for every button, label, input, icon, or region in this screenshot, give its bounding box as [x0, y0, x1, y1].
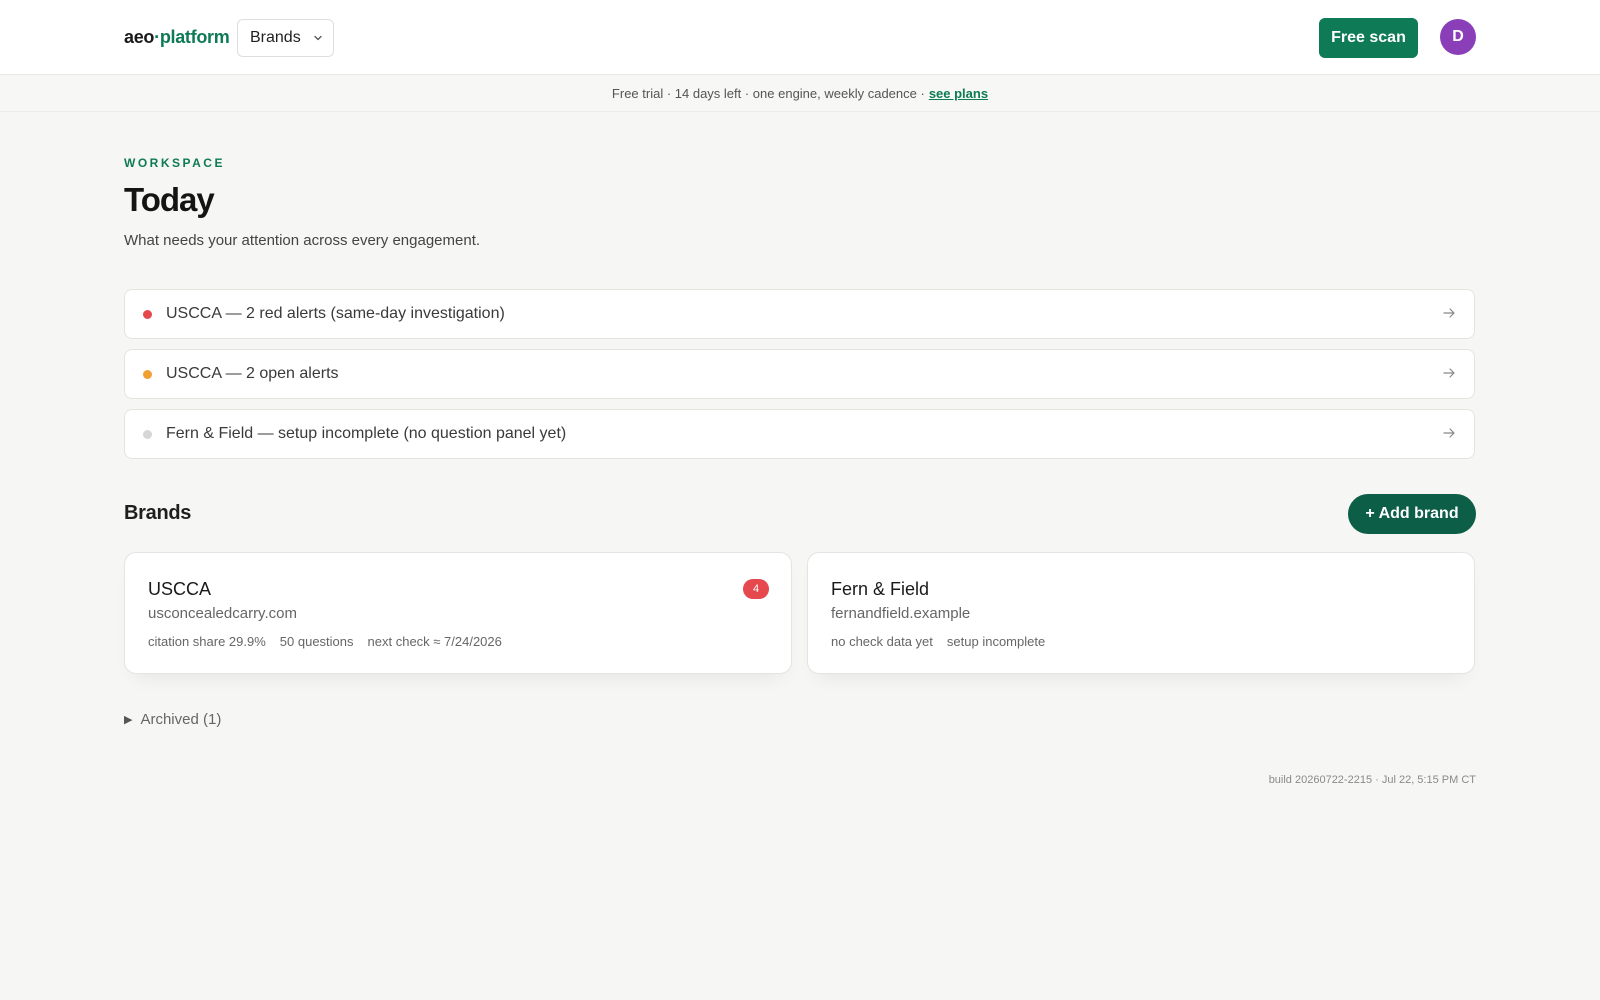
page-subtitle: What needs your attention across every e…: [124, 232, 481, 249]
archived-toggle[interactable]: ▶ Archived (1): [124, 711, 221, 728]
app-logo[interactable]: aeo·platform: [124, 27, 230, 48]
alert-row[interactable]: USCCA — 2 red alerts (same-day investiga…: [124, 289, 1475, 339]
page-title: Today: [124, 181, 215, 218]
brand-card-fern-and-field[interactable]: Fern & Field fernandfield.example no che…: [807, 552, 1475, 674]
chevron-down-icon: [314, 35, 322, 41]
arrow-right-icon: [1443, 428, 1455, 438]
alert-count-badge: 4: [743, 579, 769, 599]
brand-name: Fern & Field: [831, 579, 930, 599]
alert-row[interactable]: Fern & Field — setup incomplete (no ques…: [124, 409, 1475, 459]
build-info: build 20260722-2215 · Jul 22, 5:15 PM CT: [1268, 774, 1476, 786]
brands-dropdown-label: Brands: [250, 29, 301, 46]
top-header: aeo·platform Brands Free scan D: [0, 0, 1600, 75]
status-dot-gray: [143, 429, 152, 439]
arrow-right-icon: [1443, 368, 1455, 378]
alert-text: USCCA — 2 open alerts: [166, 365, 339, 382]
citation-share: citation share 29.9%: [148, 634, 266, 649]
brand-meta: citation share 29.9% 50 questions next c…: [148, 634, 502, 649]
trial-banner-text: Free trial · 14 days left · one engine, …: [611, 86, 925, 101]
free-scan-button[interactable]: Free scan: [1319, 18, 1418, 58]
alert-text: Fern & Field — setup incomplete (no ques…: [166, 425, 567, 442]
brand-card-uscca[interactable]: USCCA usconcealedcarry.com 4 citation sh…: [124, 552, 792, 674]
brand-domain: fernandfield.example: [831, 605, 971, 622]
next-check: next check ≈ 7/24/2026: [367, 634, 502, 649]
brands-section-title: Brands: [124, 502, 192, 524]
brands-dropdown[interactable]: Brands: [237, 19, 334, 57]
logo-text-left: aeo: [124, 27, 155, 47]
section-eyebrow: WORKSPACE: [124, 156, 225, 170]
setup-status: setup incomplete: [946, 634, 1046, 649]
user-avatar[interactable]: D: [1440, 19, 1476, 55]
add-brand-button[interactable]: + Add brand: [1348, 494, 1476, 534]
triangle-right-icon: ▶: [124, 714, 133, 726]
status-dot-orange: [143, 369, 152, 379]
see-plans-link[interactable]: see plans: [929, 86, 988, 101]
status-dot-red: [143, 309, 152, 319]
brand-meta: no check data yet setup incomplete: [831, 634, 1045, 649]
archived-label: Archived (1): [140, 711, 222, 728]
alert-row[interactable]: USCCA — 2 open alerts: [124, 349, 1475, 399]
arrow-right-icon: [1443, 308, 1455, 318]
check-data-status: no check data yet: [831, 634, 933, 649]
brand-name: USCCA: [148, 579, 212, 599]
logo-text-right: platform: [159, 27, 230, 47]
question-count: 50 questions: [279, 634, 354, 649]
alert-text: USCCA — 2 red alerts (same-day investiga…: [166, 305, 505, 322]
trial-banner: Free trial · 14 days left · one engine, …: [0, 76, 1600, 112]
brand-domain: usconcealedcarry.com: [148, 605, 297, 622]
